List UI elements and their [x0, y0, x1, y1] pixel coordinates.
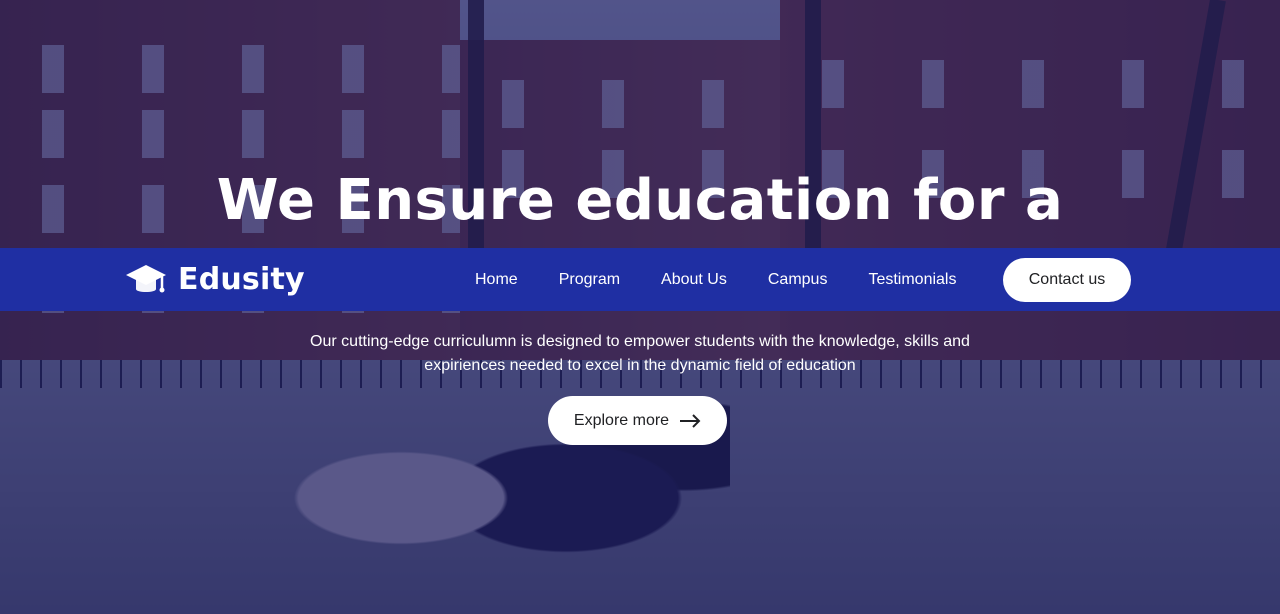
explore-more-label: Explore more — [573, 411, 670, 429]
main-navbar: Edusity Home Program About Us Campus Tes… — [0, 248, 1280, 311]
nav-item-program[interactable]: Program — [559, 271, 620, 289]
nav-menu: Home Program About Us Campus Testimonial… — [475, 248, 956, 311]
nav-item-testimonials[interactable]: Testimonials — [868, 271, 956, 289]
nav-item-home[interactable]: Home — [475, 271, 518, 289]
nav-item-campus[interactable]: Campus — [768, 271, 828, 289]
hero-subtitle: Our cutting-edge curriculumn is designed… — [0, 330, 1280, 378]
hero-subtitle-line-2: expiriences needed to excel in the dynam… — [424, 357, 856, 374]
brand-logo[interactable]: Edusity — [124, 248, 305, 311]
hero-subtitle-line-1: Our cutting-edge curriculumn is designed… — [310, 333, 970, 350]
brand-name: Edusity — [178, 262, 305, 297]
nav-item-about-us[interactable]: About Us — [661, 271, 727, 289]
graduation-cap-icon — [124, 258, 168, 302]
explore-more-button[interactable]: Explore more — [548, 396, 727, 445]
hero-title: We Ensure education for a — [216, 168, 1064, 233]
contact-us-button[interactable]: Contact us — [1003, 258, 1131, 302]
arrow-right-icon — [679, 413, 701, 428]
